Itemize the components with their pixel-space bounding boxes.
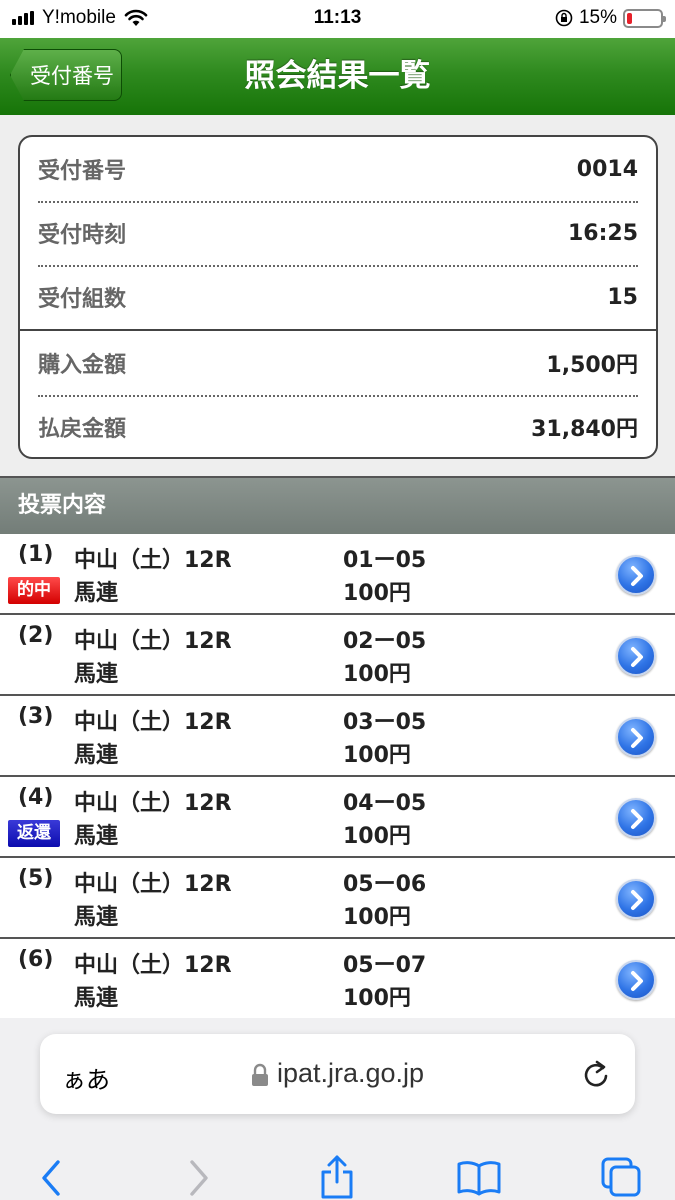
bet-type: 馬連: [74, 662, 119, 687]
summary-row-combination-count: 受付組数 15: [38, 265, 638, 329]
rotation-lock-icon: [555, 9, 573, 27]
summary-row-purchase-amount: 購入金額 1,500円: [38, 331, 638, 395]
bet-type: 馬連: [74, 986, 119, 1011]
bet-row[interactable]: (6) 中山（土）12R 馬連 05ー07 100円: [0, 939, 675, 1020]
page-title: 照会結果一覧: [244, 58, 431, 94]
battery-level: [627, 12, 632, 24]
summary-label: 購入金額: [38, 353, 127, 378]
summary-label: 受付時刻: [38, 223, 127, 248]
status-right: 15%: [555, 7, 666, 29]
bet-race: 中山（土）12R: [74, 953, 232, 978]
bet-number: (2): [18, 623, 54, 648]
chevron-right-icon[interactable]: [616, 717, 656, 757]
back-arrow-icon[interactable]: [38, 1158, 64, 1198]
bet-number: (4): [18, 785, 54, 810]
browser-bar: ぁあ ipat.jra.go.jp: [0, 1018, 675, 1200]
bookmarks-icon[interactable]: [456, 1158, 502, 1196]
bet-race: 中山（土）12R: [74, 791, 232, 816]
url-display[interactable]: ipat.jra.go.jp: [40, 1058, 635, 1089]
summary-value: 0014: [576, 156, 638, 182]
bet-combination: 05ー07: [343, 953, 427, 978]
url-text: ipat.jra.go.jp: [276, 1058, 425, 1088]
bet-number: (5): [18, 866, 54, 891]
lock-icon: [251, 1063, 268, 1086]
chevron-right-icon[interactable]: [616, 798, 656, 838]
summary-value: 1,500円: [546, 353, 638, 378]
bet-number: (6): [18, 947, 54, 972]
summary-label: 払戻金額: [38, 417, 127, 442]
bet-row[interactable]: (5) 中山（土）12R 馬連 05ー06 100円: [0, 858, 675, 939]
bet-amount: 100円: [343, 905, 411, 930]
chevron-right-icon[interactable]: [616, 879, 656, 919]
bet-amount: 100円: [343, 986, 411, 1011]
bet-row[interactable]: (1) 的中 中山（土）12R 馬連 01ー05 100円: [0, 534, 675, 615]
bet-combination: 05ー06: [343, 872, 427, 897]
forward-arrow-icon[interactable]: [186, 1158, 212, 1198]
bet-row[interactable]: (2) 中山（土）12R 馬連 02ー05 100円: [0, 615, 675, 696]
battery-icon: [623, 8, 666, 28]
bet-amount: 100円: [343, 824, 411, 849]
bet-row[interactable]: (3) 中山（土）12R 馬連 03ー05 100円: [0, 696, 675, 777]
bet-combination: 04ー05: [343, 791, 427, 816]
summary-label: 受付番号: [38, 159, 127, 184]
hit-badge: 的中: [8, 577, 60, 604]
bet-race: 中山（土）12R: [74, 629, 232, 654]
bet-combination: 01ー05: [343, 548, 427, 573]
chevron-right-icon[interactable]: [616, 636, 656, 676]
bet-list: (1) 的中 中山（土）12R 馬連 01ー05 100円 (2) 中山（土）1…: [0, 534, 675, 1020]
summary-row-receipt-time: 受付時刻 16:25: [38, 201, 638, 265]
summary-card: 受付番号 0014 受付時刻 16:25 受付組数 15 購入金額 1,500円…: [18, 135, 658, 459]
chevron-right-icon[interactable]: [616, 555, 656, 595]
bet-combination: 03ー05: [343, 710, 427, 735]
bet-amount: 100円: [343, 662, 411, 687]
bet-combination: 02ー05: [343, 629, 427, 654]
tabs-icon[interactable]: [600, 1156, 642, 1198]
bet-race: 中山（土）12R: [74, 872, 232, 897]
summary-value: 16:25: [567, 220, 638, 246]
nav-header: 受付番号 照会結果一覧: [0, 38, 675, 115]
url-bar[interactable]: ぁあ ipat.jra.go.jp: [40, 1034, 635, 1114]
battery-percent: 15%: [578, 7, 617, 28]
section-header: 投票内容: [0, 476, 675, 534]
bet-type: 馬連: [74, 743, 119, 768]
reload-icon[interactable]: [581, 1058, 611, 1090]
bet-number: (1): [18, 542, 54, 567]
chevron-right-icon[interactable]: [616, 960, 656, 1000]
bet-type: 馬連: [74, 824, 119, 849]
bet-type: 馬連: [74, 905, 119, 930]
status-bar: Y!mobile 11:13 15%: [0, 0, 675, 38]
bet-type: 馬連: [74, 581, 119, 606]
bet-row[interactable]: (4) 返還 中山（土）12R 馬連 04ー05 100円: [0, 777, 675, 858]
bet-amount: 100円: [343, 581, 411, 606]
refund-badge: 返還: [8, 820, 60, 847]
bet-amount: 100円: [343, 743, 411, 768]
summary-value: 31,840円: [531, 417, 638, 442]
bet-race: 中山（土）12R: [74, 710, 232, 735]
summary-value: 15: [607, 284, 638, 310]
summary-row-receipt-number: 受付番号 0014: [38, 137, 638, 201]
bet-number: (3): [18, 704, 54, 729]
share-icon[interactable]: [318, 1154, 356, 1200]
summary-label: 受付組数: [38, 287, 127, 312]
bet-race: 中山（土）12R: [74, 548, 232, 573]
summary-row-payout-amount: 払戻金額 31,840円: [38, 395, 638, 457]
